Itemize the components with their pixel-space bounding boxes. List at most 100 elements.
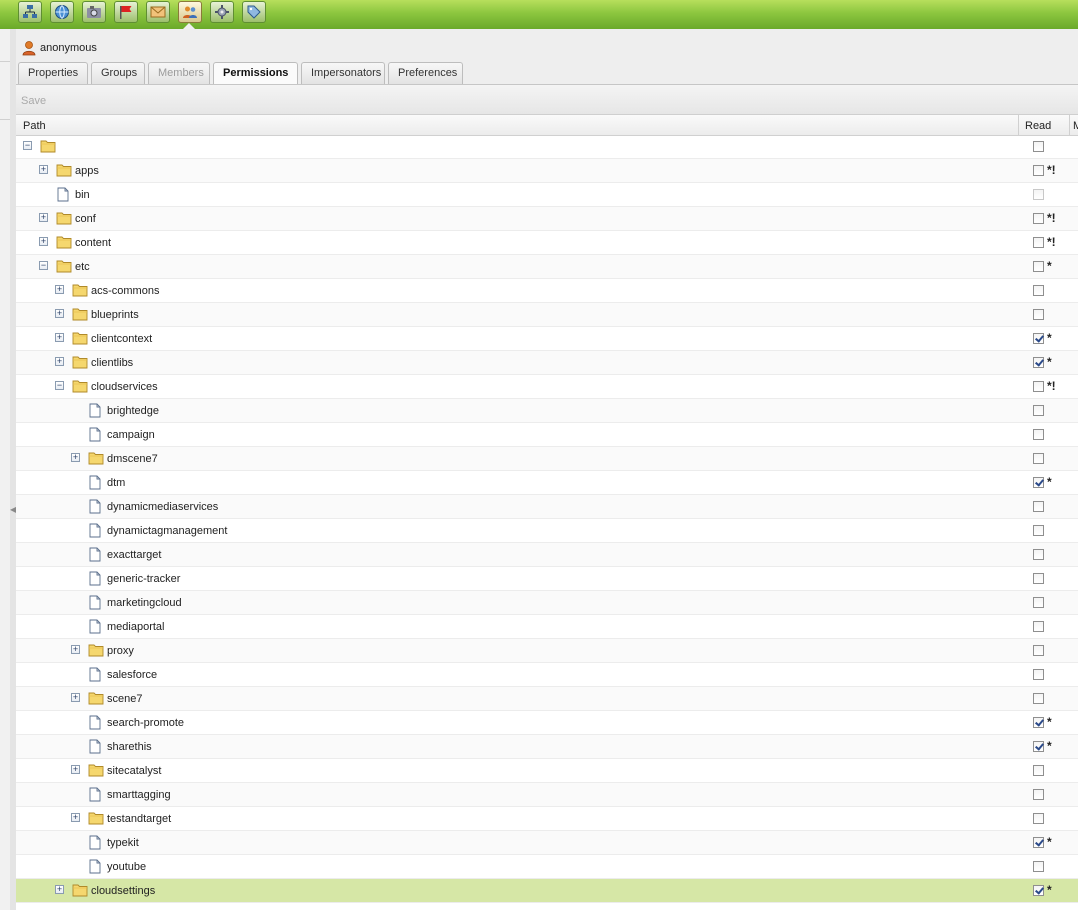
read-checkbox[interactable] [1033,285,1044,296]
read-checkbox[interactable] [1033,405,1044,416]
expand-icon[interactable]: + [39,213,48,222]
expand-icon[interactable]: + [55,333,64,342]
read-checkbox[interactable] [1033,501,1044,512]
tree-node-label[interactable]: mediaportal [107,621,164,633]
tree-node-label[interactable]: apps [75,165,99,177]
expand-icon[interactable]: + [71,693,80,702]
tree-row[interactable]: + sitecatalyst [16,759,1078,783]
toolbar-button-inbox[interactable] [146,1,170,23]
tree-node-label[interactable]: smarttagging [107,789,171,801]
tree-row[interactable]: + conf *! [16,207,1078,231]
read-checkbox[interactable] [1033,789,1044,800]
tree-node-label[interactable]: content [75,237,111,249]
read-checkbox[interactable] [1033,717,1044,728]
tree-row[interactable]: youtube [16,855,1078,879]
tree-node-label[interactable]: etc [75,261,90,273]
tree-row[interactable]: marketingcloud [16,591,1078,615]
tree-row[interactable]: + clientcontext * [16,327,1078,351]
expand-icon[interactable]: + [55,357,64,366]
tree-row[interactable]: + cloudsettings * [16,879,1078,903]
tree-row[interactable]: campaign [16,423,1078,447]
read-checkbox[interactable] [1033,429,1044,440]
tree-node-label[interactable]: youtube [107,861,146,873]
tree-row[interactable]: dynamicmediaservices [16,495,1078,519]
tree-node-label[interactable]: dtm [107,477,125,489]
tab-permissions[interactable]: Permissions [213,62,298,85]
read-checkbox[interactable] [1033,645,1044,656]
read-checkbox[interactable] [1033,765,1044,776]
tree-node-label[interactable]: conf [75,213,96,225]
expand-icon[interactable]: + [55,885,64,894]
tree-row[interactable]: − cloudservices *! [16,375,1078,399]
tree-row[interactable]: + dmscene7 [16,447,1078,471]
toolbar-button-users[interactable] [178,1,202,23]
tree-row[interactable]: − [16,135,1078,159]
read-checkbox[interactable] [1033,333,1044,344]
tree-node-label[interactable]: sharethis [107,741,152,753]
read-checkbox[interactable] [1033,477,1044,488]
tree-node-label[interactable]: sitecatalyst [107,765,161,777]
tree-row[interactable]: + blueprints [16,303,1078,327]
read-checkbox[interactable] [1033,669,1044,680]
tab-groups[interactable]: Groups [91,62,145,84]
tree-node-label[interactable]: proxy [107,645,134,657]
toolbar-button-camera[interactable] [82,1,106,23]
tree-row[interactable]: salesforce [16,663,1078,687]
expand-icon[interactable]: + [39,237,48,246]
tree-row[interactable]: + acs-commons [16,279,1078,303]
tree-row[interactable]: brightedge [16,399,1078,423]
read-checkbox[interactable] [1033,861,1044,872]
read-checkbox[interactable] [1033,621,1044,632]
tree-row[interactable]: dynamictagmanagement [16,519,1078,543]
read-checkbox[interactable] [1033,741,1044,752]
read-checkbox[interactable] [1033,813,1044,824]
tab-properties[interactable]: Properties [18,62,88,84]
expand-icon[interactable]: + [71,453,80,462]
tree-row[interactable]: sharethis * [16,735,1078,759]
tree-node-label[interactable]: dynamicmediaservices [107,501,218,513]
tab-impersonators[interactable]: Impersonators [301,62,385,84]
read-checkbox[interactable] [1033,885,1044,896]
tree-node-label[interactable]: campaign [107,429,155,441]
read-checkbox[interactable] [1033,549,1044,560]
tree-node-label[interactable]: dmscene7 [107,453,158,465]
tree-node-label[interactable]: salesforce [107,669,157,681]
tree-node-label[interactable]: dynamictagmanagement [107,525,227,537]
collapse-icon[interactable]: − [39,261,48,270]
tree-node-label[interactable]: cloudsettings [91,885,155,897]
read-checkbox[interactable] [1033,693,1044,704]
read-checkbox[interactable] [1033,357,1044,368]
expand-icon[interactable]: + [55,285,64,294]
read-checkbox[interactable] [1033,141,1044,152]
tree-row[interactable]: generic-tracker [16,567,1078,591]
toolbar-button-globe[interactable] [50,1,74,23]
tree-node-label[interactable]: typekit [107,837,139,849]
tree-row[interactable]: bin [16,183,1078,207]
save-button[interactable]: Save [21,95,46,107]
tab-preferences[interactable]: Preferences [388,62,463,84]
read-checkbox[interactable] [1033,237,1044,248]
read-checkbox[interactable] [1033,573,1044,584]
tree-node-label[interactable]: blueprints [91,309,139,321]
expand-icon[interactable]: + [55,309,64,318]
read-checkbox[interactable] [1033,165,1044,176]
collapse-icon[interactable]: − [55,381,64,390]
read-checkbox[interactable] [1033,309,1044,320]
read-checkbox[interactable] [1033,213,1044,224]
tree-node-label[interactable]: testandtarget [107,813,171,825]
column-header-next[interactable]: M [1073,120,1078,132]
column-header-read-cell[interactable]: Read [1018,115,1070,135]
tree-node-label[interactable]: generic-tracker [107,573,180,585]
tree-node-label[interactable]: clientlibs [91,357,133,369]
read-checkbox[interactable] [1033,261,1044,272]
tree-row[interactable]: smarttagging [16,783,1078,807]
tree-row[interactable]: + testandtarget [16,807,1078,831]
tree-row[interactable]: − etc * [16,255,1078,279]
tree-node-label[interactable]: exacttarget [107,549,161,561]
expand-icon[interactable]: + [71,645,80,654]
tree-row[interactable]: + apps *! [16,159,1078,183]
tree-row[interactable]: + scene7 [16,687,1078,711]
column-header-path[interactable]: Path [23,120,46,132]
tree-node-label[interactable]: marketingcloud [107,597,182,609]
collapse-icon[interactable]: − [23,141,32,150]
